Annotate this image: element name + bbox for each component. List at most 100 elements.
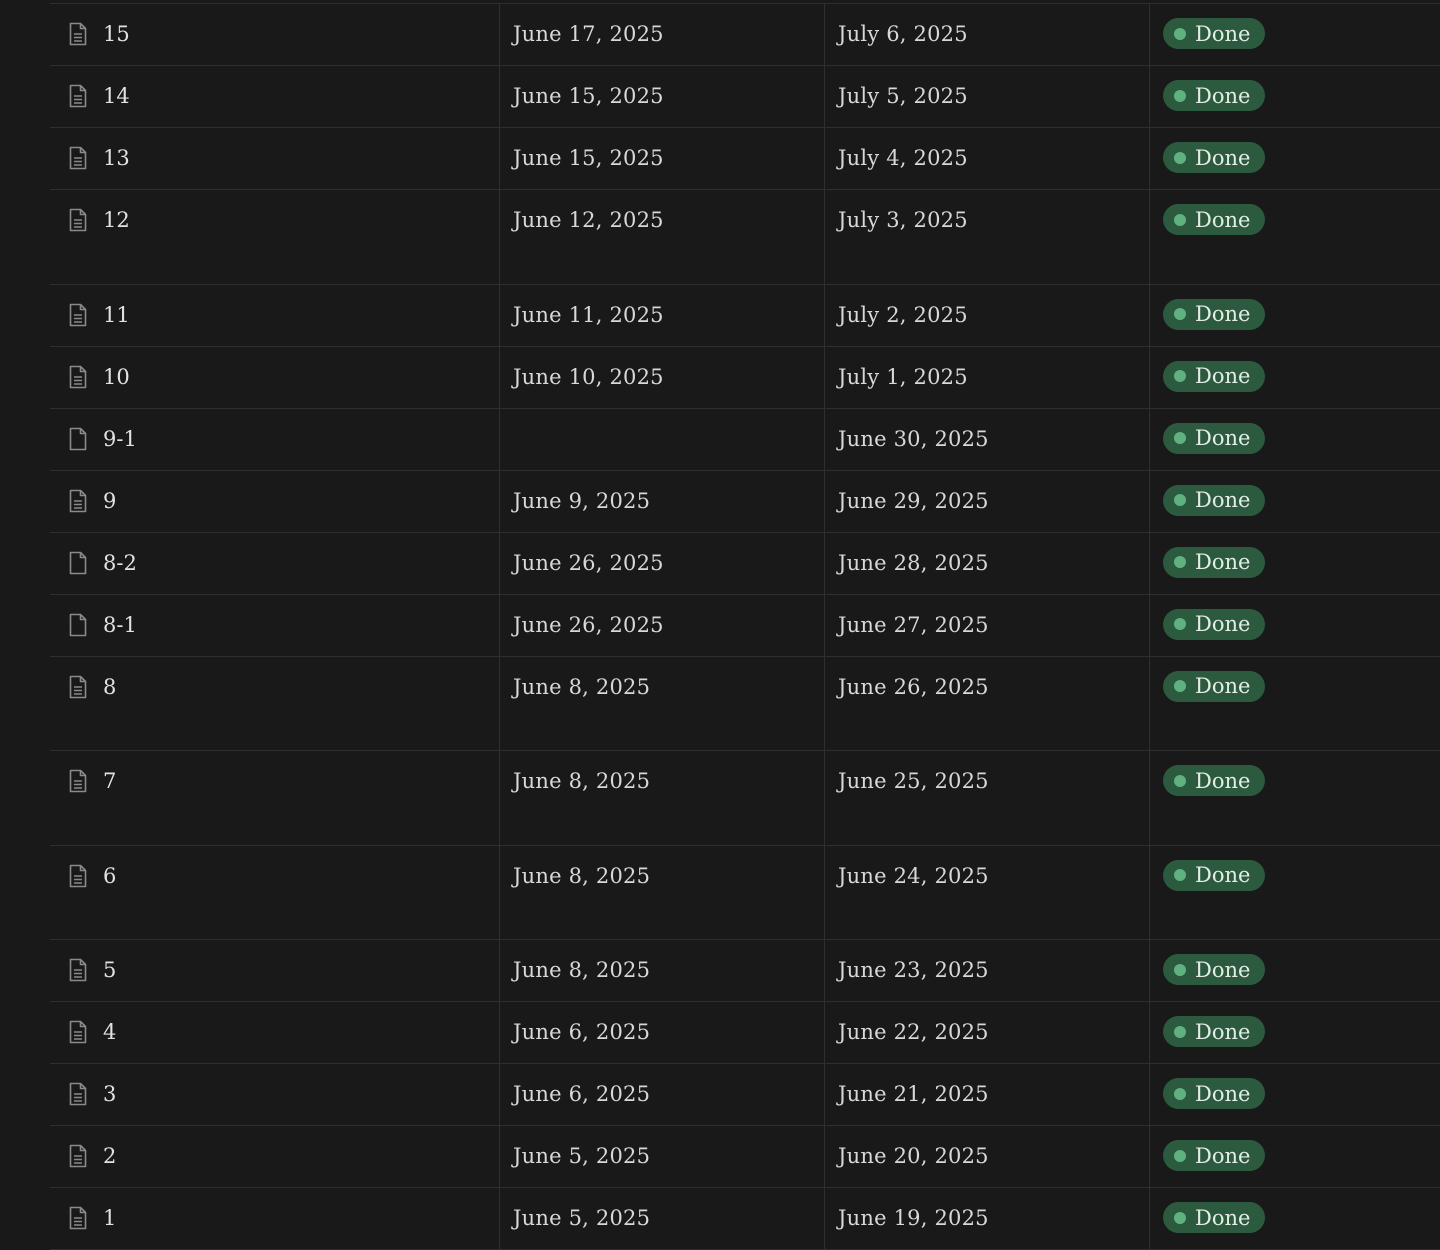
table-row[interactable]: 8-1 June 26, 2025 June 27, 2025 Done	[50, 594, 1440, 657]
name-cell[interactable]: 9	[50, 471, 499, 532]
start-date-cell[interactable]: June 8, 2025	[499, 940, 824, 1001]
table-row[interactable]: 14 June 15, 2025 July 5, 2025 Done	[50, 66, 1440, 128]
name-cell[interactable]: 6	[50, 846, 499, 940]
row-title[interactable]: 4	[103, 1020, 116, 1044]
end-date-cell[interactable]: June 28, 2025	[824, 532, 1149, 594]
table-row[interactable]: 11 June 11, 2025 July 2, 2025 Done	[50, 284, 1440, 347]
row-title[interactable]: 14	[103, 84, 130, 108]
end-date-cell[interactable]: July 3, 2025	[824, 190, 1149, 284]
table-row[interactable]: 10 June 10, 2025 July 1, 2025 Done	[50, 346, 1440, 409]
status-cell[interactable]: Done	[1149, 751, 1440, 845]
table-row[interactable]: 9 June 9, 2025 June 29, 2025 Done	[50, 470, 1440, 533]
row-title[interactable]: 3	[103, 1082, 116, 1106]
start-date-cell[interactable]: June 15, 2025	[499, 128, 824, 189]
table-row[interactable]: 1 June 5, 2025 June 19, 2025 Done	[50, 1188, 1440, 1250]
table-row[interactable]: 9-1 June 30, 2025 Done	[50, 408, 1440, 471]
start-date-cell[interactable]	[499, 408, 824, 470]
start-date-cell[interactable]: June 5, 2025	[499, 1126, 824, 1187]
start-date-cell[interactable]: June 26, 2025	[499, 532, 824, 594]
status-cell[interactable]: Done	[1149, 346, 1440, 408]
table-row[interactable]: 2 June 5, 2025 June 20, 2025 Done	[50, 1126, 1440, 1188]
status-cell[interactable]: Done	[1149, 1064, 1440, 1125]
status-cell[interactable]: Done	[1149, 470, 1440, 532]
row-title[interactable]: 11	[103, 303, 130, 327]
table-row[interactable]: 6 June 8, 2025 June 24, 2025 Done	[50, 845, 1440, 940]
table-row[interactable]: 13 June 15, 2025 July 4, 2025 Done	[50, 128, 1440, 190]
status-cell[interactable]: Done	[1149, 4, 1440, 65]
status-cell[interactable]: Done	[1149, 284, 1440, 346]
start-date-cell[interactable]: June 8, 2025	[499, 751, 824, 845]
status-badge[interactable]: Done	[1163, 859, 1266, 891]
row-title[interactable]: 5	[103, 958, 116, 982]
table-row[interactable]: 12 June 12, 2025 July 3, 2025 Done	[50, 190, 1440, 285]
table-row[interactable]: 3 June 6, 2025 June 21, 2025 Done	[50, 1064, 1440, 1126]
status-badge[interactable]: Done	[1163, 80, 1266, 111]
status-cell[interactable]: Done	[1149, 408, 1440, 470]
table-row[interactable]: 15 June 17, 2025 July 6, 2025 Done	[50, 4, 1440, 66]
status-badge[interactable]: Done	[1163, 954, 1266, 985]
end-date-cell[interactable]: June 19, 2025	[824, 1188, 1149, 1249]
status-badge[interactable]: Done	[1163, 765, 1266, 796]
start-date-cell[interactable]: June 26, 2025	[499, 594, 824, 656]
table-row[interactable]: 8 June 8, 2025 June 26, 2025 Done	[50, 656, 1440, 751]
name-cell[interactable]: 4	[50, 1002, 499, 1063]
start-date-cell[interactable]: June 17, 2025	[499, 4, 824, 65]
start-date-cell[interactable]: June 8, 2025	[499, 656, 824, 750]
name-cell[interactable]: 14	[50, 66, 499, 127]
status-cell[interactable]: Done	[1149, 128, 1440, 189]
end-date-cell[interactable]: June 29, 2025	[824, 470, 1149, 532]
end-date-cell[interactable]: June 25, 2025	[824, 751, 1149, 845]
start-date-cell[interactable]: June 12, 2025	[499, 190, 824, 284]
table-row[interactable]: 8-2 June 26, 2025 June 28, 2025 Done	[50, 532, 1440, 595]
name-cell[interactable]: 15	[50, 4, 499, 65]
status-badge[interactable]: Done	[1163, 422, 1266, 454]
end-date-cell[interactable]: June 21, 2025	[824, 1064, 1149, 1125]
name-cell[interactable]: 3	[50, 1064, 499, 1125]
status-badge[interactable]: Done	[1163, 608, 1266, 640]
name-cell[interactable]: 11	[50, 285, 499, 346]
start-date-cell[interactable]: June 10, 2025	[499, 346, 824, 408]
start-date-cell[interactable]: June 8, 2025	[499, 845, 824, 939]
name-cell[interactable]: 12	[50, 190, 499, 284]
start-date-cell[interactable]: June 9, 2025	[499, 470, 824, 532]
end-date-cell[interactable]: June 23, 2025	[824, 940, 1149, 1001]
row-title[interactable]: 1	[103, 1206, 116, 1230]
table-row[interactable]: 4 June 6, 2025 June 22, 2025 Done	[50, 1002, 1440, 1064]
status-cell[interactable]: Done	[1149, 1188, 1440, 1249]
name-cell[interactable]: 9-1	[50, 409, 499, 470]
row-title[interactable]: 10	[103, 365, 130, 389]
end-date-cell[interactable]: July 6, 2025	[824, 4, 1149, 65]
row-title[interactable]: 7	[103, 769, 116, 793]
row-title[interactable]: 9	[103, 489, 116, 513]
status-badge[interactable]: Done	[1163, 1016, 1266, 1047]
status-cell[interactable]: Done	[1149, 845, 1440, 939]
status-cell[interactable]: Done	[1149, 1002, 1440, 1063]
name-cell[interactable]: 8	[50, 657, 499, 751]
end-date-cell[interactable]: June 27, 2025	[824, 594, 1149, 656]
start-date-cell[interactable]: June 6, 2025	[499, 1002, 824, 1063]
end-date-cell[interactable]: July 1, 2025	[824, 346, 1149, 408]
status-badge[interactable]: Done	[1163, 546, 1266, 578]
row-title[interactable]: 13	[103, 146, 130, 170]
status-cell[interactable]: Done	[1149, 656, 1440, 750]
status-badge[interactable]: Done	[1163, 360, 1266, 392]
name-cell[interactable]: 10	[50, 347, 499, 408]
status-badge[interactable]: Done	[1163, 298, 1266, 330]
status-cell[interactable]: Done	[1149, 66, 1440, 127]
end-date-cell[interactable]: June 20, 2025	[824, 1126, 1149, 1187]
status-badge[interactable]: Done	[1163, 670, 1266, 702]
row-title[interactable]: 8-1	[103, 613, 137, 637]
row-title[interactable]: 15	[103, 22, 130, 46]
status-badge[interactable]: Done	[1163, 142, 1266, 173]
row-title[interactable]: 6	[103, 864, 116, 888]
start-date-cell[interactable]: June 11, 2025	[499, 284, 824, 346]
name-cell[interactable]: 8-2	[50, 533, 499, 594]
name-cell[interactable]: 5	[50, 940, 499, 1001]
row-title[interactable]: 9-1	[103, 427, 137, 451]
end-date-cell[interactable]: June 30, 2025	[824, 408, 1149, 470]
status-cell[interactable]: Done	[1149, 532, 1440, 594]
start-date-cell[interactable]: June 6, 2025	[499, 1064, 824, 1125]
name-cell[interactable]: 13	[50, 128, 499, 189]
row-title[interactable]: 8-2	[103, 551, 137, 575]
status-badge[interactable]: Done	[1163, 1078, 1266, 1109]
